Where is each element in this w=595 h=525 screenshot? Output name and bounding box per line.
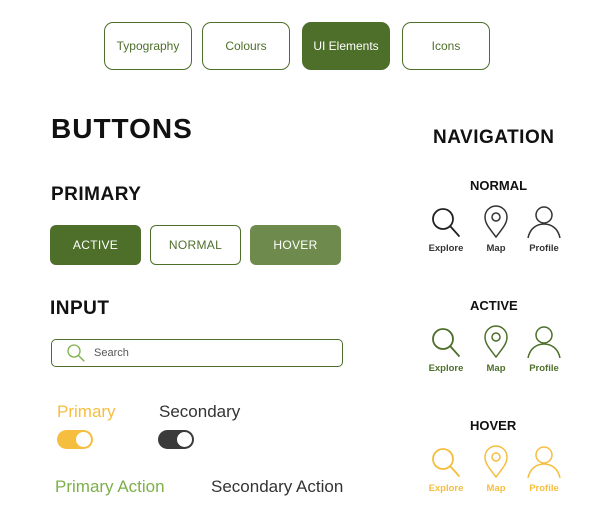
- active-button[interactable]: ACTIVE: [50, 225, 141, 265]
- nav-state-hover: HOVER: [470, 418, 517, 433]
- nav-profile-active[interactable]: Profile: [518, 325, 570, 374]
- nav-label-profile: Profile: [529, 243, 559, 254]
- user-icon: [527, 206, 561, 239]
- nav-label-map: Map: [486, 483, 506, 494]
- normal-button[interactable]: NORMAL: [150, 225, 241, 265]
- tab-ui-elements[interactable]: UI Elements: [302, 22, 390, 70]
- hover-button[interactable]: HOVER: [250, 225, 341, 265]
- secondary-action-link[interactable]: Secondary Action: [211, 477, 343, 497]
- search-field[interactable]: [51, 339, 343, 367]
- nav-map-normal[interactable]: Map: [470, 205, 522, 254]
- nav-explore-normal[interactable]: Explore: [420, 205, 472, 254]
- toggle-knob: [76, 432, 91, 447]
- toggle-knob: [177, 432, 192, 447]
- user-icon: [527, 326, 561, 359]
- map-pin-icon: [484, 325, 508, 359]
- map-pin-icon: [484, 445, 508, 479]
- primary-action-link[interactable]: Primary Action: [55, 477, 165, 497]
- primary-toggle[interactable]: [57, 430, 93, 449]
- user-icon: [527, 446, 561, 479]
- nav-explore-active[interactable]: Explore: [420, 325, 472, 374]
- search-icon: [432, 208, 460, 237]
- nav-map-hover[interactable]: Map: [470, 445, 522, 494]
- nav-label-map: Map: [486, 243, 506, 254]
- nav-state-active: ACTIVE: [470, 298, 518, 313]
- nav-label-map: Map: [486, 363, 506, 374]
- nav-explore-hover[interactable]: Explore: [420, 445, 472, 494]
- nav-state-normal: NORMAL: [470, 178, 528, 193]
- search-icon: [432, 448, 460, 477]
- secondary-toggle-label: Secondary: [159, 402, 241, 421]
- map-pin-icon: [484, 205, 508, 239]
- nav-label-explore: Explore: [428, 243, 464, 254]
- nav-profile-hover[interactable]: Profile: [518, 445, 570, 494]
- tab-colours[interactable]: Colours: [202, 22, 290, 70]
- search-icon: [432, 328, 460, 357]
- buttons-heading: BUTTONS: [51, 113, 193, 144]
- nav-label-profile: Profile: [529, 363, 559, 374]
- nav-label-explore: Explore: [428, 363, 464, 374]
- nav-label-profile: Profile: [529, 483, 559, 494]
- primary-heading: PRIMARY: [51, 184, 142, 205]
- tab-icons[interactable]: Icons: [402, 22, 490, 70]
- search-input[interactable]: [92, 346, 326, 360]
- nav-label-explore: Explore: [428, 483, 464, 494]
- nav-profile-normal[interactable]: Profile: [518, 205, 570, 254]
- tab-typography[interactable]: Typography: [104, 22, 192, 70]
- primary-toggle-label: Primary: [57, 402, 116, 421]
- input-heading: INPUT: [50, 298, 110, 319]
- navigation-heading: NAVIGATION: [433, 127, 555, 148]
- secondary-toggle[interactable]: [158, 430, 194, 449]
- search-icon: [66, 343, 86, 363]
- nav-map-active[interactable]: Map: [470, 325, 522, 374]
